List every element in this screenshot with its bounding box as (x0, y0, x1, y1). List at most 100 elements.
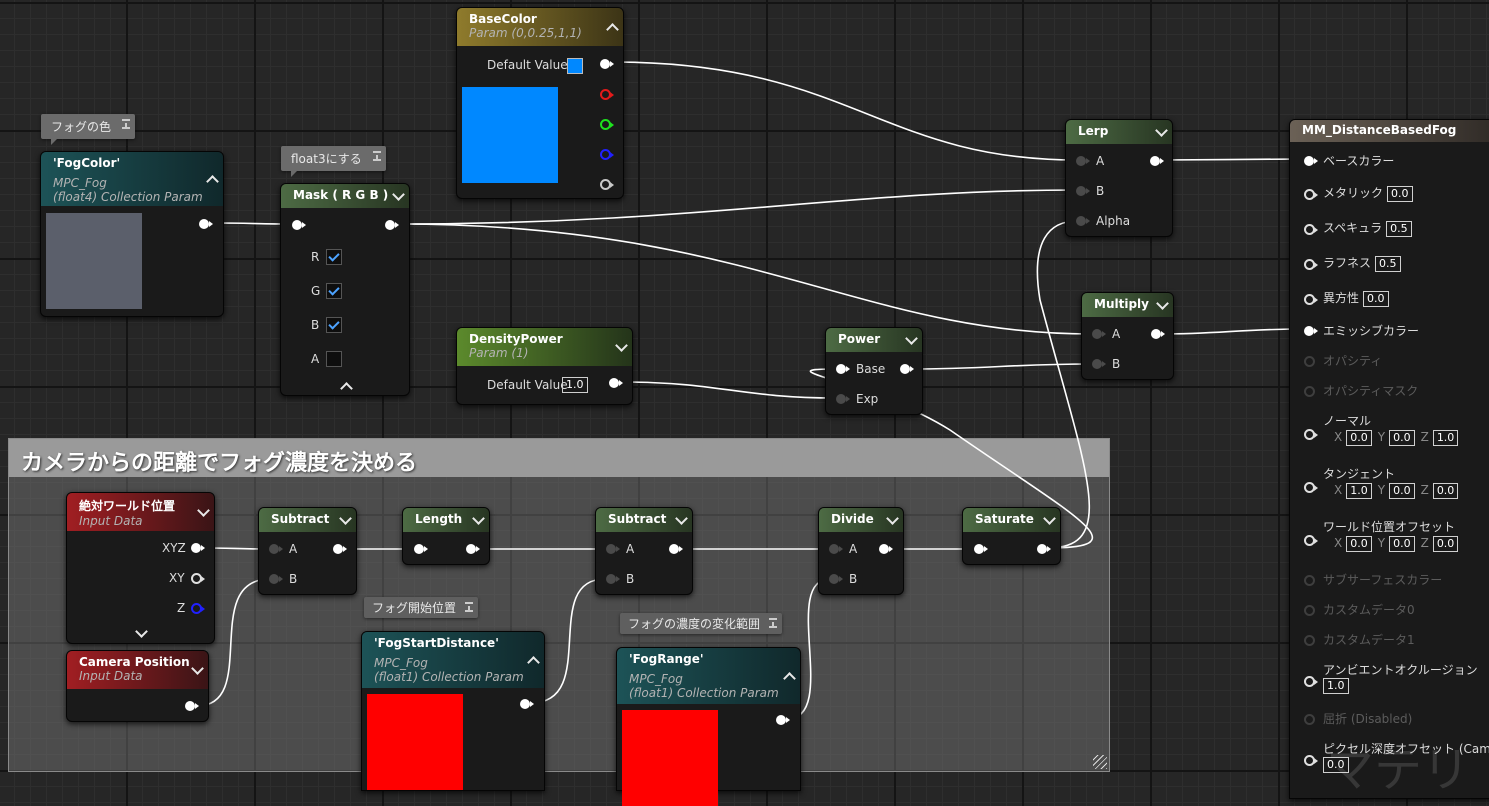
node-header[interactable]: Mask ( R G B ) (281, 184, 409, 208)
node-lerp[interactable]: Lerp A B Alpha (1065, 119, 1173, 237)
input-pin[interactable] (974, 544, 988, 554)
expand-icon[interactable] (392, 188, 405, 201)
default-value-input[interactable]: 1.0 (562, 377, 588, 393)
input-pin-b[interactable] (1076, 186, 1090, 196)
node-header[interactable]: MM_DistanceBasedFog (1290, 120, 1489, 142)
value-box[interactable]: 0.0 (1363, 291, 1389, 307)
value-box[interactable]: 0.0 (1387, 186, 1413, 202)
output-pin-g[interactable] (600, 119, 614, 130)
node-material-result[interactable]: MM_DistanceBasedFog ベースカラー メタリック 0.0 スペキュ… (1289, 119, 1489, 799)
node-saturate[interactable]: Saturate (962, 507, 1061, 565)
input-pin-tangent[interactable] (1304, 482, 1318, 493)
input-pin-b[interactable] (269, 574, 283, 584)
node-header[interactable]: Saturate (963, 508, 1060, 532)
input-pin-emissive[interactable] (1304, 326, 1318, 336)
expand-icon[interactable] (1155, 124, 1168, 137)
value-box[interactable]: 0.0 (1346, 430, 1372, 446)
comment-bubble-float3[interactable]: float3にする (281, 146, 386, 177)
output-pin[interactable] (669, 544, 683, 554)
collapse-icon[interactable] (340, 382, 353, 395)
pushpin-icon[interactable] (372, 151, 381, 161)
node-length[interactable]: Length (402, 507, 490, 565)
node-header[interactable]: DensityPower Param (1) (457, 328, 632, 366)
node-divide[interactable]: Divide A B (818, 507, 904, 595)
collapse-icon[interactable] (206, 175, 219, 188)
input-pin-metallic[interactable] (1304, 189, 1318, 200)
node-header[interactable]: Power (826, 328, 922, 352)
comment-bubble-fog-range[interactable]: フォグの濃度の変化範囲 (620, 613, 783, 634)
node-header[interactable]: Lerp (1066, 120, 1172, 144)
node-mask[interactable]: Mask ( R G B ) R G B A (280, 183, 410, 396)
expand-icon[interactable] (135, 625, 148, 638)
output-pin[interactable] (520, 699, 534, 709)
color-picker-swatch[interactable] (567, 58, 583, 74)
node-header[interactable]: Length (403, 508, 489, 532)
resize-grip-icon[interactable] (1093, 755, 1107, 769)
output-pin-z[interactable] (191, 603, 205, 614)
value-box[interactable]: 1.0 (1432, 430, 1459, 446)
expand-icon[interactable] (905, 332, 918, 345)
node-cameraposition[interactable]: Camera Position Input Data (66, 650, 209, 722)
input-pin-base-color[interactable] (1304, 156, 1318, 166)
node-multiply[interactable]: Multiply A B (1081, 292, 1174, 380)
input-pin-pdo[interactable] (1304, 755, 1318, 766)
value-box[interactable]: 1.0 (562, 377, 588, 393)
output-pin-xyz[interactable] (191, 543, 205, 553)
node-basecolor[interactable]: BaseColor Param (0,0.25,1,1) Default Val… (456, 7, 624, 199)
comment-bubble-fog-start[interactable]: フォグ開始位置 (364, 597, 479, 618)
pushpin-icon[interactable] (465, 602, 474, 612)
checkbox-r[interactable] (326, 249, 342, 265)
output-pin[interactable] (1150, 156, 1164, 166)
input-pin-custom1[interactable] (1304, 635, 1315, 646)
output-pin-r[interactable] (600, 89, 614, 100)
input-pin-a[interactable] (1076, 156, 1090, 166)
output-pin[interactable] (900, 364, 914, 374)
collapse-icon[interactable] (783, 672, 796, 685)
output-pin[interactable] (185, 701, 199, 711)
checkbox-a[interactable] (326, 351, 342, 367)
output-pin[interactable] (609, 378, 623, 388)
comment-bubble-fog-color[interactable]: フォグの色 (41, 114, 136, 145)
node-header[interactable]: Multiply (1082, 293, 1173, 317)
collapse-icon[interactable] (527, 656, 540, 669)
input-pin-base[interactable] (836, 364, 850, 374)
node-densitypower[interactable]: DensityPower Param (1) Default Value 1.0 (456, 327, 633, 405)
node-worldposition[interactable]: 絶対ワールド位置 Input Data XYZ XY Z (66, 492, 215, 644)
value-box[interactable]: 0.0 (1389, 430, 1415, 446)
input-pin[interactable] (292, 220, 306, 230)
expand-icon[interactable] (1043, 512, 1056, 525)
output-pin[interactable] (1037, 544, 1051, 554)
output-pin[interactable] (199, 219, 213, 229)
output-pin[interactable] (466, 544, 480, 554)
expand-icon[interactable] (1156, 297, 1169, 310)
node-header[interactable]: 'FogStartDistance' MPC_Fog (float1) Coll… (362, 632, 544, 688)
node-power[interactable]: Power Base Exp (825, 327, 923, 415)
node-header[interactable]: 絶対ワールド位置 Input Data (67, 493, 214, 531)
node-header[interactable]: 'FogRange' MPC_Fog (float1) Collection P… (617, 648, 800, 704)
output-pin-b[interactable] (600, 149, 614, 160)
output-pin[interactable] (1151, 329, 1165, 339)
node-fogstartdistance[interactable]: 'FogStartDistance' MPC_Fog (float1) Coll… (361, 631, 545, 791)
expand-icon[interactable] (339, 512, 352, 525)
input-pin[interactable] (414, 544, 428, 554)
input-pin-specular[interactable] (1304, 224, 1318, 235)
input-pin-normal[interactable] (1304, 429, 1318, 440)
output-pin[interactable] (385, 220, 399, 230)
node-header[interactable]: Camera Position Input Data (67, 651, 208, 689)
value-box[interactable]: 0.0 (1432, 483, 1459, 499)
value-box[interactable]: 0.5 (1386, 221, 1412, 237)
input-pin-subsurface[interactable] (1304, 575, 1315, 586)
node-subtract-2[interactable]: Subtract A B (595, 507, 693, 595)
value-box[interactable]: 1.0 (1323, 678, 1349, 694)
node-subtract-1[interactable]: Subtract A B (258, 507, 357, 595)
pushpin-icon[interactable] (122, 119, 131, 129)
input-pin-b[interactable] (1092, 359, 1106, 369)
pushpin-icon[interactable] (769, 618, 778, 628)
input-pin-roughness[interactable] (1304, 259, 1318, 270)
value-box[interactable]: 0.0 (1346, 536, 1372, 552)
input-pin-wpo[interactable] (1304, 535, 1318, 546)
input-pin-alpha[interactable] (1076, 216, 1090, 226)
output-pin[interactable] (776, 715, 790, 725)
input-pin-b[interactable] (829, 574, 843, 584)
input-pin-refraction[interactable] (1304, 714, 1315, 725)
